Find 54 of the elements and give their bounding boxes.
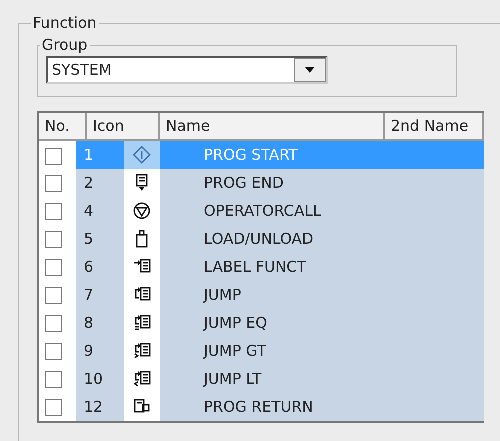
table-cell-text: PROG START [203,145,299,166]
checkbox[interactable] [45,202,62,220]
table-row[interactable]: 7 JUMP [76,281,484,309]
checkbox[interactable] [45,174,62,192]
checkbox[interactable] [45,148,62,164]
column-header[interactable]: Name [160,113,385,141]
table-cell-text: 9 [83,341,95,362]
checkbox[interactable] [45,342,62,360]
table-cell-text: JUMP LT [202,369,263,390]
jump-greater-document-icon [133,342,151,360]
table-row[interactable]: 9 JUMP GT [76,337,484,365]
checkbox[interactable] [45,370,62,388]
table-cell-text: LABEL FUNCT [203,257,308,278]
checkbox[interactable] [45,314,62,332]
table-row[interactable]: 6 LABEL FUNCT [76,253,484,281]
group-box-title: Group [41,36,89,54]
checkbox[interactable] [45,230,62,248]
table-cell-text: PROG RETURN [203,397,314,418]
table-cell-text: 8 [83,313,95,334]
jump-equal-document-icon [133,314,151,332]
table-cell-text: 1 [83,145,95,166]
triangle-circle-icon [133,202,151,220]
jump-less-document-icon [133,370,151,388]
diamond-icon [133,146,151,164]
table-row[interactable]: 10 JUMP LT [76,365,484,393]
table-row[interactable]: 8 JUMP EQ [76,309,484,337]
table-row[interactable]: 4 OPERATORCALL [76,197,484,225]
group-dropdown[interactable]: SYSTEM [46,56,328,84]
table-cell-text: OPERATORCALL [203,201,322,222]
table-row[interactable]: 12 PROG RETURN [76,393,484,421]
dropdown-button[interactable] [294,58,326,82]
checkbox[interactable] [45,398,62,416]
table-cell-text: 5 [83,229,95,250]
table-row[interactable]: 2 PROG END [76,169,484,197]
group-box-title: Function [32,14,98,32]
table-cell-text: JUMP GT [202,341,268,362]
table-cell-text: 12 [83,397,104,418]
table-cell-text: JUMP [202,285,242,306]
checkbox[interactable] [45,286,62,304]
table-cell-text: 6 [83,257,95,278]
caret-icon [305,67,315,73]
table-cell-text: 10 [83,369,104,390]
table-cell-text: 7 [83,285,95,306]
table-row[interactable]: 5 LOAD/UNLOAD [76,225,484,253]
table-cell-text: LOAD/UNLOAD [203,229,315,250]
table-cell-text: 4 [83,201,95,222]
column-header[interactable]: 2nd Name [385,113,484,141]
function-table[interactable]: No. Icon Name 2nd Name 1 PROG START 2 PROG END 4 OPERATORCALL 5 LOAD/UNLOAD 6 LABEL FUNCT 7 JUMP 8 JUMP EQ 9 JUMP GT 10 JUMP LT 12 PROG RETURN [37,111,484,423]
checkbox[interactable] [45,258,62,276]
table-cell-text: JUMP EQ [202,313,268,334]
table-cell-text: 2 [83,173,95,194]
column-header[interactable]: Icon [87,113,160,141]
table-cell-text: PROG END [203,173,285,194]
column-header[interactable]: No. [39,113,87,141]
